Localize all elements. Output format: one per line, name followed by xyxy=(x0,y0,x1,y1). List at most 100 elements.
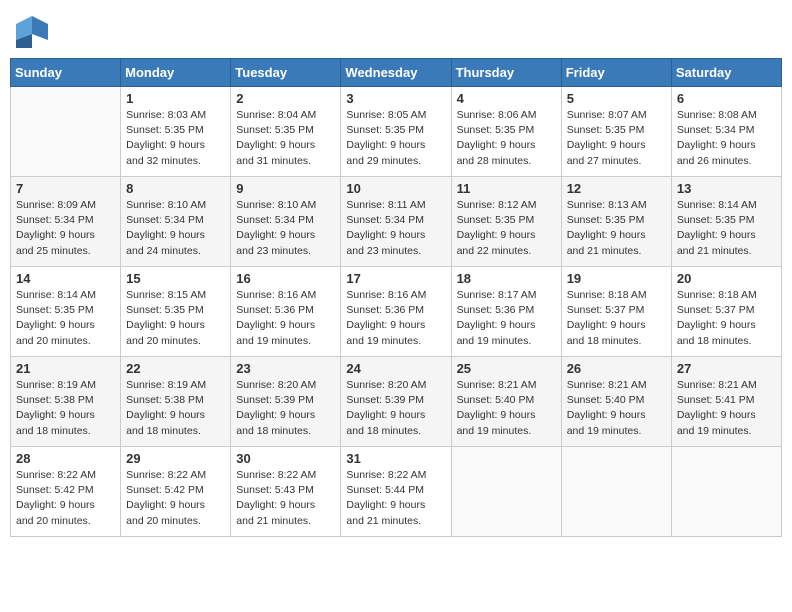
calendar-cell: 3 Sunrise: 8:05 AMSunset: 5:35 PMDaylight… xyxy=(341,87,451,177)
day-info: Sunrise: 8:14 AMSunset: 5:35 PMDaylight:… xyxy=(16,288,115,349)
col-monday: Monday xyxy=(121,59,231,87)
day-info: Sunrise: 8:18 AMSunset: 5:37 PMDaylight:… xyxy=(677,288,776,349)
calendar-cell: 5Sunrise: 8:07 AMSunset: 5:35 PMDaylight… xyxy=(561,87,671,177)
calendar-cell: 7Sunrise: 8:09 AMSunset: 5:34 PMDaylight… xyxy=(11,177,121,267)
calendar-cell: 27 Sunrise: 8:21 AMSunset: 5:41 PMDayligh… xyxy=(671,357,781,447)
day-info: Sunrise: 8:22 AMSunset: 5:42 PMDaylight:… xyxy=(126,468,225,529)
calendar-cell: 14 Sunrise: 8:14 AMSunset: 5:35 PMDayligh… xyxy=(11,267,121,357)
col-saturday: Saturday xyxy=(671,59,781,87)
day-number: 14 xyxy=(16,271,115,286)
logo-icon xyxy=(14,14,50,50)
day-info: Sunrise: 8:16 AMSunset: 5:36 PMDaylight:… xyxy=(346,288,445,349)
day-info: Sunrise: 8:12 AMSunset: 5:35 PMDaylight:… xyxy=(457,198,556,259)
calendar-cell xyxy=(561,447,671,537)
day-number: 4 xyxy=(457,91,556,106)
calendar-cell: 29 Sunrise: 8:22 AMSunset: 5:42 PMDayligh… xyxy=(121,447,231,537)
day-info: Sunrise: 8:22 AMSunset: 5:42 PMDaylight:… xyxy=(16,468,115,529)
calendar-week-row: 1 Sunrise: 8:03 AMSunset: 5:35 PMDaylight… xyxy=(11,87,782,177)
calendar-cell: 10Sunrise: 8:11 AMSunset: 5:34 PMDayligh… xyxy=(341,177,451,267)
day-number: 8 xyxy=(126,181,225,196)
col-sunday: Sunday xyxy=(11,59,121,87)
col-wednesday: Wednesday xyxy=(341,59,451,87)
day-number: 2 xyxy=(236,91,335,106)
calendar-cell: 18 Sunrise: 8:17 AMSunset: 5:36 PMDayligh… xyxy=(451,267,561,357)
calendar-cell: 19 Sunrise: 8:18 AMSunset: 5:37 PMDayligh… xyxy=(561,267,671,357)
day-number: 18 xyxy=(457,271,556,286)
calendar-cell: 30 Sunrise: 8:22 AMSunset: 5:43 PMDayligh… xyxy=(231,447,341,537)
calendar-cell: 24 Sunrise: 8:20 AMSunset: 5:39 PMDayligh… xyxy=(341,357,451,447)
day-number: 1 xyxy=(126,91,225,106)
calendar-body: 1 Sunrise: 8:03 AMSunset: 5:35 PMDaylight… xyxy=(11,87,782,537)
calendar-cell xyxy=(671,447,781,537)
calendar-cell: 4 Sunrise: 8:06 AMSunset: 5:35 PMDaylight… xyxy=(451,87,561,177)
calendar-cell: 2Sunrise: 8:04 AMSunset: 5:35 PMDaylight… xyxy=(231,87,341,177)
calendar-cell: 6 Sunrise: 8:08 AMSunset: 5:34 PMDaylight… xyxy=(671,87,781,177)
col-friday: Friday xyxy=(561,59,671,87)
day-number: 11 xyxy=(457,181,556,196)
day-info: Sunrise: 8:15 AMSunset: 5:35 PMDaylight:… xyxy=(126,288,225,349)
day-number: 31 xyxy=(346,451,445,466)
day-number: 3 xyxy=(346,91,445,106)
calendar-cell: 8 Sunrise: 8:10 AMSunset: 5:34 PMDaylight… xyxy=(121,177,231,267)
day-number: 24 xyxy=(346,361,445,376)
calendar-header: Sunday Monday Tuesday Wednesday Thursday… xyxy=(11,59,782,87)
day-info: Sunrise: 8:11 AMSunset: 5:34 PMDaylight:… xyxy=(346,198,445,259)
calendar-cell: 21Sunrise: 8:19 AMSunset: 5:38 PMDayligh… xyxy=(11,357,121,447)
day-info: Sunrise: 8:13 AMSunset: 5:35 PMDaylight:… xyxy=(567,198,666,259)
day-number: 5 xyxy=(567,91,666,106)
day-number: 19 xyxy=(567,271,666,286)
day-info: Sunrise: 8:14 AMSunset: 5:35 PMDaylight:… xyxy=(677,198,776,259)
calendar-week-row: 14 Sunrise: 8:14 AMSunset: 5:35 PMDayligh… xyxy=(11,267,782,357)
day-info: Sunrise: 8:06 AMSunset: 5:35 PMDaylight:… xyxy=(457,108,556,169)
calendar-cell xyxy=(11,87,121,177)
day-info: Sunrise: 8:19 AMSunset: 5:38 PMDaylight:… xyxy=(16,378,115,439)
header-row: Sunday Monday Tuesday Wednesday Thursday… xyxy=(11,59,782,87)
day-number: 17 xyxy=(346,271,445,286)
calendar-week-row: 7Sunrise: 8:09 AMSunset: 5:34 PMDaylight… xyxy=(11,177,782,267)
day-number: 20 xyxy=(677,271,776,286)
day-info: Sunrise: 8:22 AMSunset: 5:43 PMDaylight:… xyxy=(236,468,335,529)
day-number: 6 xyxy=(677,91,776,106)
calendar-cell: 31 Sunrise: 8:22 AMSunset: 5:44 PMDayligh… xyxy=(341,447,451,537)
day-info: Sunrise: 8:10 AMSunset: 5:34 PMDaylight:… xyxy=(236,198,335,259)
day-info: Sunrise: 8:21 AMSunset: 5:41 PMDaylight:… xyxy=(677,378,776,439)
day-number: 30 xyxy=(236,451,335,466)
calendar-cell: 13 Sunrise: 8:14 AMSunset: 5:35 PMDayligh… xyxy=(671,177,781,267)
day-number: 16 xyxy=(236,271,335,286)
day-info: Sunrise: 8:21 AMSunset: 5:40 PMDaylight:… xyxy=(457,378,556,439)
day-info: Sunrise: 8:20 AMSunset: 5:39 PMDaylight:… xyxy=(346,378,445,439)
day-info: Sunrise: 8:18 AMSunset: 5:37 PMDaylight:… xyxy=(567,288,666,349)
day-number: 29 xyxy=(126,451,225,466)
day-info: Sunrise: 8:22 AMSunset: 5:44 PMDaylight:… xyxy=(346,468,445,529)
calendar-cell: 23Sunrise: 8:20 AMSunset: 5:39 PMDayligh… xyxy=(231,357,341,447)
day-number: 27 xyxy=(677,361,776,376)
day-number: 13 xyxy=(677,181,776,196)
day-number: 12 xyxy=(567,181,666,196)
calendar-cell: 26Sunrise: 8:21 AMSunset: 5:40 PMDayligh… xyxy=(561,357,671,447)
col-thursday: Thursday xyxy=(451,59,561,87)
day-info: Sunrise: 8:08 AMSunset: 5:34 PMDaylight:… xyxy=(677,108,776,169)
day-info: Sunrise: 8:10 AMSunset: 5:34 PMDaylight:… xyxy=(126,198,225,259)
day-number: 9 xyxy=(236,181,335,196)
calendar-cell: 11 Sunrise: 8:12 AMSunset: 5:35 PMDayligh… xyxy=(451,177,561,267)
calendar-cell xyxy=(451,447,561,537)
calendar-cell: 15 Sunrise: 8:15 AMSunset: 5:35 PMDayligh… xyxy=(121,267,231,357)
day-number: 22 xyxy=(126,361,225,376)
calendar-cell: 9 Sunrise: 8:10 AMSunset: 5:34 PMDaylight… xyxy=(231,177,341,267)
calendar-week-row: 21Sunrise: 8:19 AMSunset: 5:38 PMDayligh… xyxy=(11,357,782,447)
calendar-cell: 22 Sunrise: 8:19 AMSunset: 5:38 PMDayligh… xyxy=(121,357,231,447)
calendar-cell: 25 Sunrise: 8:21 AMSunset: 5:40 PMDayligh… xyxy=(451,357,561,447)
day-number: 28 xyxy=(16,451,115,466)
calendar-cell: 16Sunrise: 8:16 AMSunset: 5:36 PMDayligh… xyxy=(231,267,341,357)
day-number: 25 xyxy=(457,361,556,376)
day-info: Sunrise: 8:17 AMSunset: 5:36 PMDaylight:… xyxy=(457,288,556,349)
day-info: Sunrise: 8:19 AMSunset: 5:38 PMDaylight:… xyxy=(126,378,225,439)
page-header xyxy=(10,10,782,50)
day-info: Sunrise: 8:03 AMSunset: 5:35 PMDaylight:… xyxy=(126,108,225,169)
calendar-cell: 28 Sunrise: 8:22 AMSunset: 5:42 PMDayligh… xyxy=(11,447,121,537)
calendar-week-row: 28 Sunrise: 8:22 AMSunset: 5:42 PMDayligh… xyxy=(11,447,782,537)
calendar-table: Sunday Monday Tuesday Wednesday Thursday… xyxy=(10,58,782,537)
day-info: Sunrise: 8:05 AMSunset: 5:35 PMDaylight:… xyxy=(346,108,445,169)
day-number: 26 xyxy=(567,361,666,376)
day-number: 15 xyxy=(126,271,225,286)
